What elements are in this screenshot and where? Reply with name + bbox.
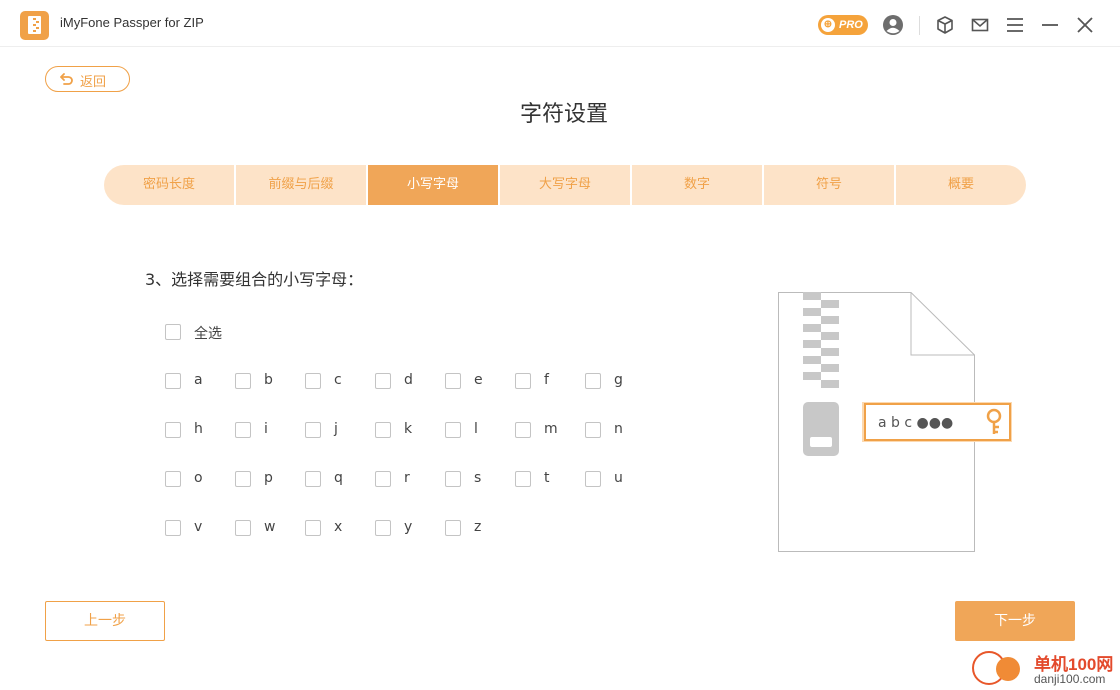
checkbox-label: s (474, 470, 482, 486)
pro-badge-icon: ⊕ (821, 18, 835, 32)
checkbox-label: c (334, 372, 342, 388)
checkbox-box[interactable] (445, 373, 461, 389)
checkbox-box[interactable] (375, 422, 391, 438)
checkbox-label: f (544, 372, 549, 388)
close-icon[interactable] (1074, 14, 1096, 36)
checkbox-label: e (474, 372, 483, 388)
zip-illustration: a b c ●●● (778, 292, 1018, 554)
section-label: 3、选择需要组合的小写字母： (145, 270, 364, 289)
password-sample: a b c ●●● (878, 415, 953, 431)
checkbox-label: p (264, 470, 273, 486)
app-title: iMyFone Passper for ZIP (60, 15, 204, 30)
checkbox-label: z (474, 519, 482, 535)
title-bar: iMyFone Passper for ZIP ⊕ PRO (0, 0, 1120, 47)
menu-icon[interactable] (1004, 14, 1026, 36)
checkbox-box[interactable] (165, 422, 181, 438)
tab-password-length[interactable]: 密码长度 (104, 165, 234, 205)
pro-badge[interactable]: ⊕ PRO (818, 15, 868, 35)
watermark-url: danji100.com (1034, 672, 1106, 686)
mail-icon[interactable] (969, 14, 991, 36)
checkbox-box[interactable] (305, 422, 321, 438)
tab-prefix-suffix[interactable]: 前缀与后缀 (236, 165, 366, 205)
checkbox-box[interactable] (305, 471, 321, 487)
next-step-button[interactable]: 下一步 (955, 601, 1075, 641)
checkbox-box[interactable] (515, 373, 531, 389)
checkbox-label: m (544, 421, 558, 437)
checkbox-box[interactable] (235, 373, 251, 389)
checkbox-label: u (614, 470, 623, 486)
zip-app-icon (20, 11, 49, 40)
checkbox-box[interactable] (375, 520, 391, 536)
checkbox-box[interactable] (515, 471, 531, 487)
tab-summary[interactable]: 概要 (896, 165, 1026, 205)
tab-lowercase[interactable]: 小写字母 (368, 165, 498, 205)
checkbox-box[interactable] (165, 471, 181, 487)
checkbox-box[interactable] (305, 520, 321, 536)
checkbox-label: k (404, 421, 413, 437)
titlebar-separator (919, 16, 920, 35)
checkbox-box[interactable] (375, 373, 391, 389)
checkbox-box[interactable] (585, 422, 601, 438)
checkbox-box[interactable] (165, 520, 181, 536)
checkbox-label: t (544, 470, 550, 486)
checkbox-box[interactable] (585, 373, 601, 389)
checkbox-box[interactable] (165, 324, 181, 340)
checkbox-box[interactable] (235, 422, 251, 438)
checkbox-label: j (334, 421, 338, 437)
checkbox-label: 全选 (194, 326, 222, 342)
checkbox-label: n (614, 421, 623, 437)
checkbox-label: w (264, 519, 276, 535)
minimize-icon[interactable] (1039, 14, 1061, 36)
checkbox-label: o (194, 470, 203, 486)
checkbox-label: h (194, 421, 203, 437)
checkbox-box[interactable] (585, 471, 601, 487)
tab-digits[interactable]: 数字 (632, 165, 762, 205)
checkbox-box[interactable] (445, 422, 461, 438)
checkbox-label: d (404, 372, 413, 388)
checkbox-box[interactable] (515, 422, 531, 438)
checkbox-box[interactable] (445, 471, 461, 487)
checkbox-label: r (404, 470, 410, 486)
tab-uppercase[interactable]: 大写字母 (500, 165, 630, 205)
checkbox-box[interactable] (235, 520, 251, 536)
back-arrow-icon (60, 73, 73, 85)
checkbox-label: b (264, 372, 273, 388)
checkbox-label: g (614, 372, 623, 388)
back-button[interactable]: 返回 (45, 66, 130, 92)
checkbox-label: l (474, 421, 478, 437)
tab-symbols[interactable]: 符号 (764, 165, 894, 205)
back-label: 返回 (80, 75, 107, 90)
checkbox-label: i (264, 421, 268, 437)
checkbox-box[interactable] (445, 520, 461, 536)
checkbox-label: v (194, 519, 203, 535)
page-title: 字符设置 (519, 102, 608, 127)
checkbox-label: y (404, 519, 413, 535)
user-icon[interactable] (882, 14, 904, 36)
pro-label: PRO (839, 19, 863, 31)
watermark-logo: 单机100网 danji100.com (970, 648, 1120, 690)
checkbox-label: q (334, 470, 343, 486)
box-icon[interactable] (934, 14, 956, 36)
checkbox-box[interactable] (165, 373, 181, 389)
checkbox-box[interactable] (305, 373, 321, 389)
watermark-dot-icon (996, 657, 1020, 681)
checkbox-label: x (334, 519, 343, 535)
previous-step-button[interactable]: 上一步 (45, 601, 165, 641)
checkbox-label: a (194, 372, 203, 388)
checkbox-box[interactable] (235, 471, 251, 487)
step-tabs: 密码长度 前缀与后缀 小写字母 大写字母 数字 符号 概要 (104, 165, 1026, 205)
checkbox-box[interactable] (375, 471, 391, 487)
